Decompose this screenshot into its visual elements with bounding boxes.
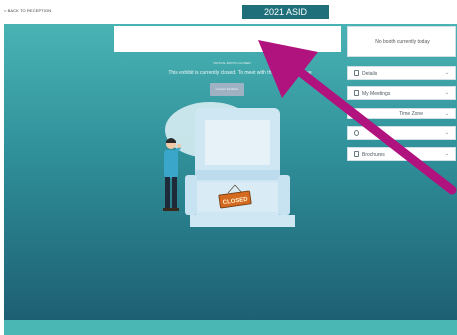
top-bar: < BACK TO RECEPTION 2021 ASID Conference	[0, 0, 457, 31]
closed-booth-illustration: CLOSED	[163, 102, 295, 227]
booth-header-panel	[114, 26, 341, 52]
booth-notice-text: No booth currently today	[375, 39, 430, 45]
chevron-down-icon: ⌄	[444, 70, 449, 76]
sidebar-item-label: Brochures	[362, 152, 385, 158]
sidebar-item-label: My Meetings	[362, 91, 391, 97]
contact-exhibitor-button[interactable]: Contact Exhibitor	[210, 83, 244, 96]
booth-notice-card: No booth currently today	[347, 26, 456, 57]
bottom-strip	[4, 320, 457, 335]
document-icon	[354, 70, 359, 76]
chevron-down-icon: ⌄	[444, 111, 449, 117]
booth-closed-message: This exhibit is currently closed. To mee…	[168, 70, 312, 76]
brochure-icon	[354, 151, 359, 157]
back-to-reception-link[interactable]: < BACK TO RECEPTION	[4, 8, 51, 13]
sidebar-item-my-meetings[interactable]: My Meetings ⌄	[347, 86, 456, 100]
event-title: 2021 ASID Conference	[242, 5, 329, 31]
timezone-select[interactable]: Time Zone ⌄	[347, 108, 456, 119]
booth-window	[205, 120, 270, 165]
chevron-down-icon: ⌄	[444, 151, 449, 157]
clock-icon	[354, 130, 359, 136]
sidebar-item-brochures[interactable]: Brochures ⌄	[347, 147, 456, 161]
sidebar-item-schedule[interactable]: ⌄	[347, 126, 456, 140]
calendar-icon	[354, 90, 359, 96]
person-figure	[163, 138, 181, 211]
timezone-value: Time Zone	[399, 111, 423, 117]
chevron-down-icon: ⌄	[444, 90, 449, 96]
sidebar-item-details[interactable]: Details ⌄	[347, 66, 456, 80]
chevron-down-icon: ⌄	[444, 130, 449, 136]
booth-closed-heading: VIRTUAL BOOTH CLOSED	[213, 61, 251, 65]
sidebar-item-label: Details	[362, 71, 378, 77]
